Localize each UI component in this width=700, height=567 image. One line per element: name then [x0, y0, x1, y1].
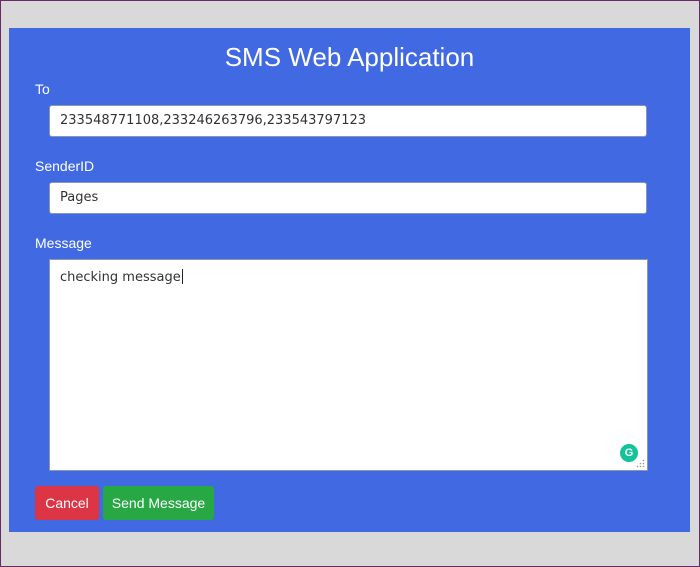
resize-grip-icon[interactable] [636, 459, 645, 468]
to-input[interactable]: 233548771108,233246263796,233543797123 [49, 105, 647, 137]
send-message-button[interactable]: Send Message [103, 486, 214, 520]
sender-id-input[interactable]: Pages [49, 182, 647, 214]
sender-id-label: SenderID [35, 158, 95, 174]
message-textarea[interactable]: checking message [49, 259, 648, 471]
page-title: SMS Web Application [224, 42, 475, 72]
message-label: Message [35, 235, 92, 251]
sms-form-panel: SMS Web Application To 233548771108,2332… [9, 28, 690, 532]
cancel-button[interactable]: Cancel [35, 486, 99, 520]
text-caret [181, 269, 183, 284]
window-frame: SMS Web Application To 233548771108,2332… [0, 0, 700, 567]
message-text: checking message [60, 270, 181, 285]
to-label: To [35, 81, 50, 97]
